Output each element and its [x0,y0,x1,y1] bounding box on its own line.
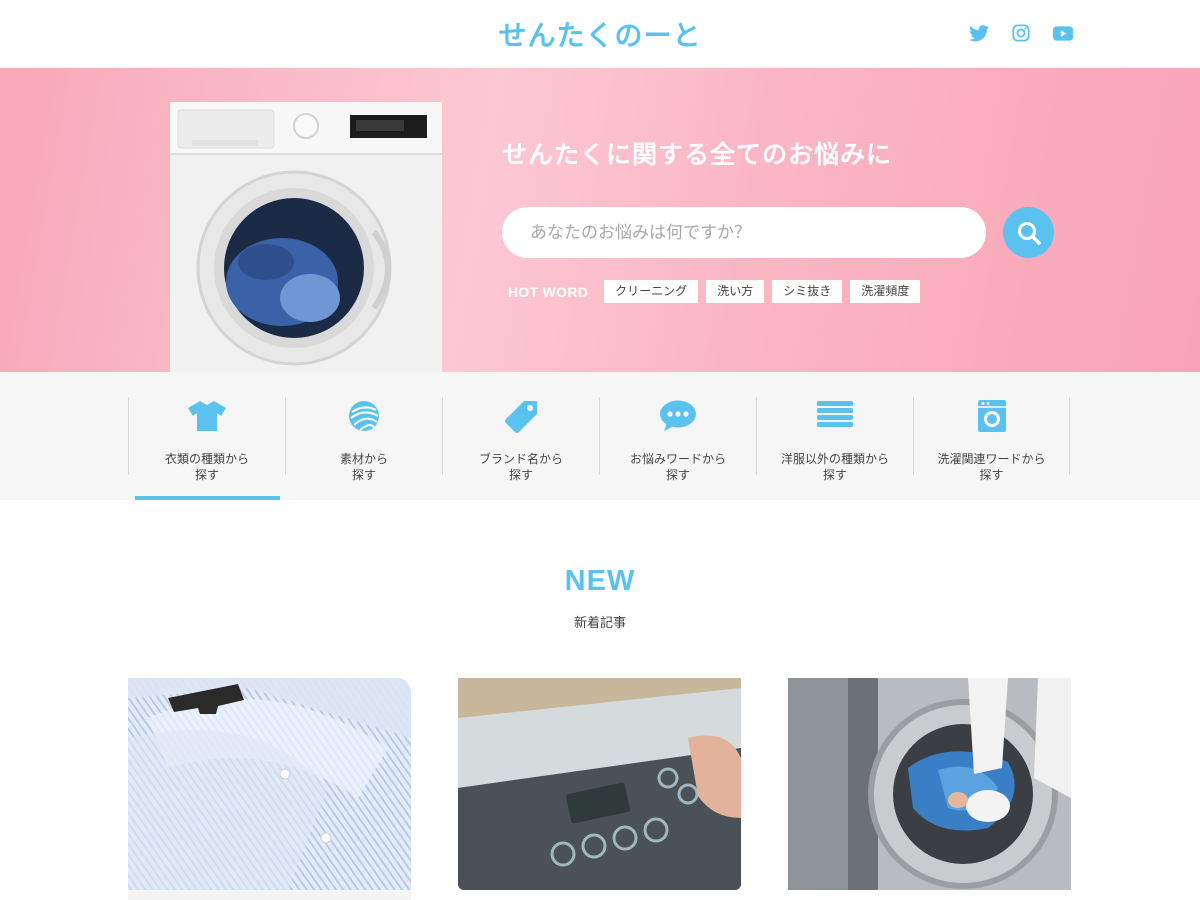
instagram-icon[interactable] [1010,22,1032,44]
article-card-footer [128,890,411,900]
article-card-footer [788,890,1071,900]
article-thumbnail [128,678,411,890]
hot-word-tag[interactable]: シミ抜き [772,280,843,303]
section-subtitle: 新着記事 [573,616,626,631]
hot-word-tag[interactable]: 洗濯頻度 [850,280,921,303]
washing-machine-icon [977,400,1006,432]
hero-title: せんたくに関する全てのお悩みに [502,140,893,169]
category-label: お悩みワードから 探す [629,452,726,482]
hero-banner: せんたくに関する全てのお悩みに HOT WORD クリーニング 洗い方 シミ抜き… [0,68,1200,372]
category-material[interactable]: 素材から 探す [285,397,442,482]
section-title: NEW [564,565,636,597]
search-input[interactable] [502,207,986,258]
search-button[interactable] [1003,207,1054,258]
category-non-clothing[interactable]: 洋服以外の種類から 探す [756,397,913,482]
twitter-icon[interactable] [968,22,990,44]
category-clothing-type[interactable]: 衣類の種類から 探す [128,397,285,482]
article-thumbnail [788,678,1071,890]
category-label: 洋服以外の種類から 探す [780,452,889,482]
hot-word-tag[interactable]: クリーニング [604,280,699,303]
hot-word-tag[interactable]: 洗い方 [706,280,765,303]
hot-word-row: HOT WORD クリーニング 洗い方 シミ抜き 洗濯頻度 [508,280,928,303]
category-nav: 衣類の種類から 探す 素材から 探す ブランド名から 探す お悩みワードから 探… [0,372,1200,500]
article-card-footer [458,890,741,900]
category-label: 衣類の種類から 探す [164,452,249,482]
category-laundry-word[interactable]: 洗濯関連ワードから 探す [913,397,1070,482]
article-card[interactable] [128,678,411,890]
search-icon [1017,221,1041,245]
yarn-ball-icon [349,401,379,431]
tag-icon [505,401,537,433]
category-worry-word[interactable]: お悩みワードから 探す [599,397,756,482]
article-card[interactable] [458,678,741,890]
article-card[interactable] [788,678,1071,890]
towel-stack-icon [817,401,853,427]
article-thumbnail [458,678,741,890]
washing-machine-photo [170,102,442,372]
active-category-indicator [135,496,280,500]
tshirt-icon [188,401,226,431]
category-label: ブランド名から 探す [478,452,563,482]
site-header: せんたくのーと [0,0,1200,68]
category-label: 洗濯関連ワードから 探す [937,452,1046,482]
chat-bubble-icon [660,400,696,431]
category-brand[interactable]: ブランド名から 探す [442,397,599,482]
category-label: 素材から 探す [339,452,388,482]
social-links [968,22,1074,44]
hot-word-label: HOT WORD [508,283,589,300]
youtube-icon[interactable] [1052,22,1074,44]
